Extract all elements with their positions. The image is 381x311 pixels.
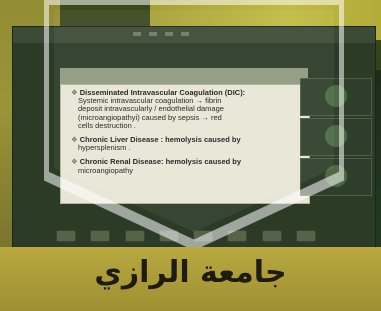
chevron-down-icon [44,0,344,250]
photo-of-screen: ❖ Disseminated Intravascular Coagulation … [0,0,381,311]
university-logo-text: جامعة الرازي [94,255,287,290]
